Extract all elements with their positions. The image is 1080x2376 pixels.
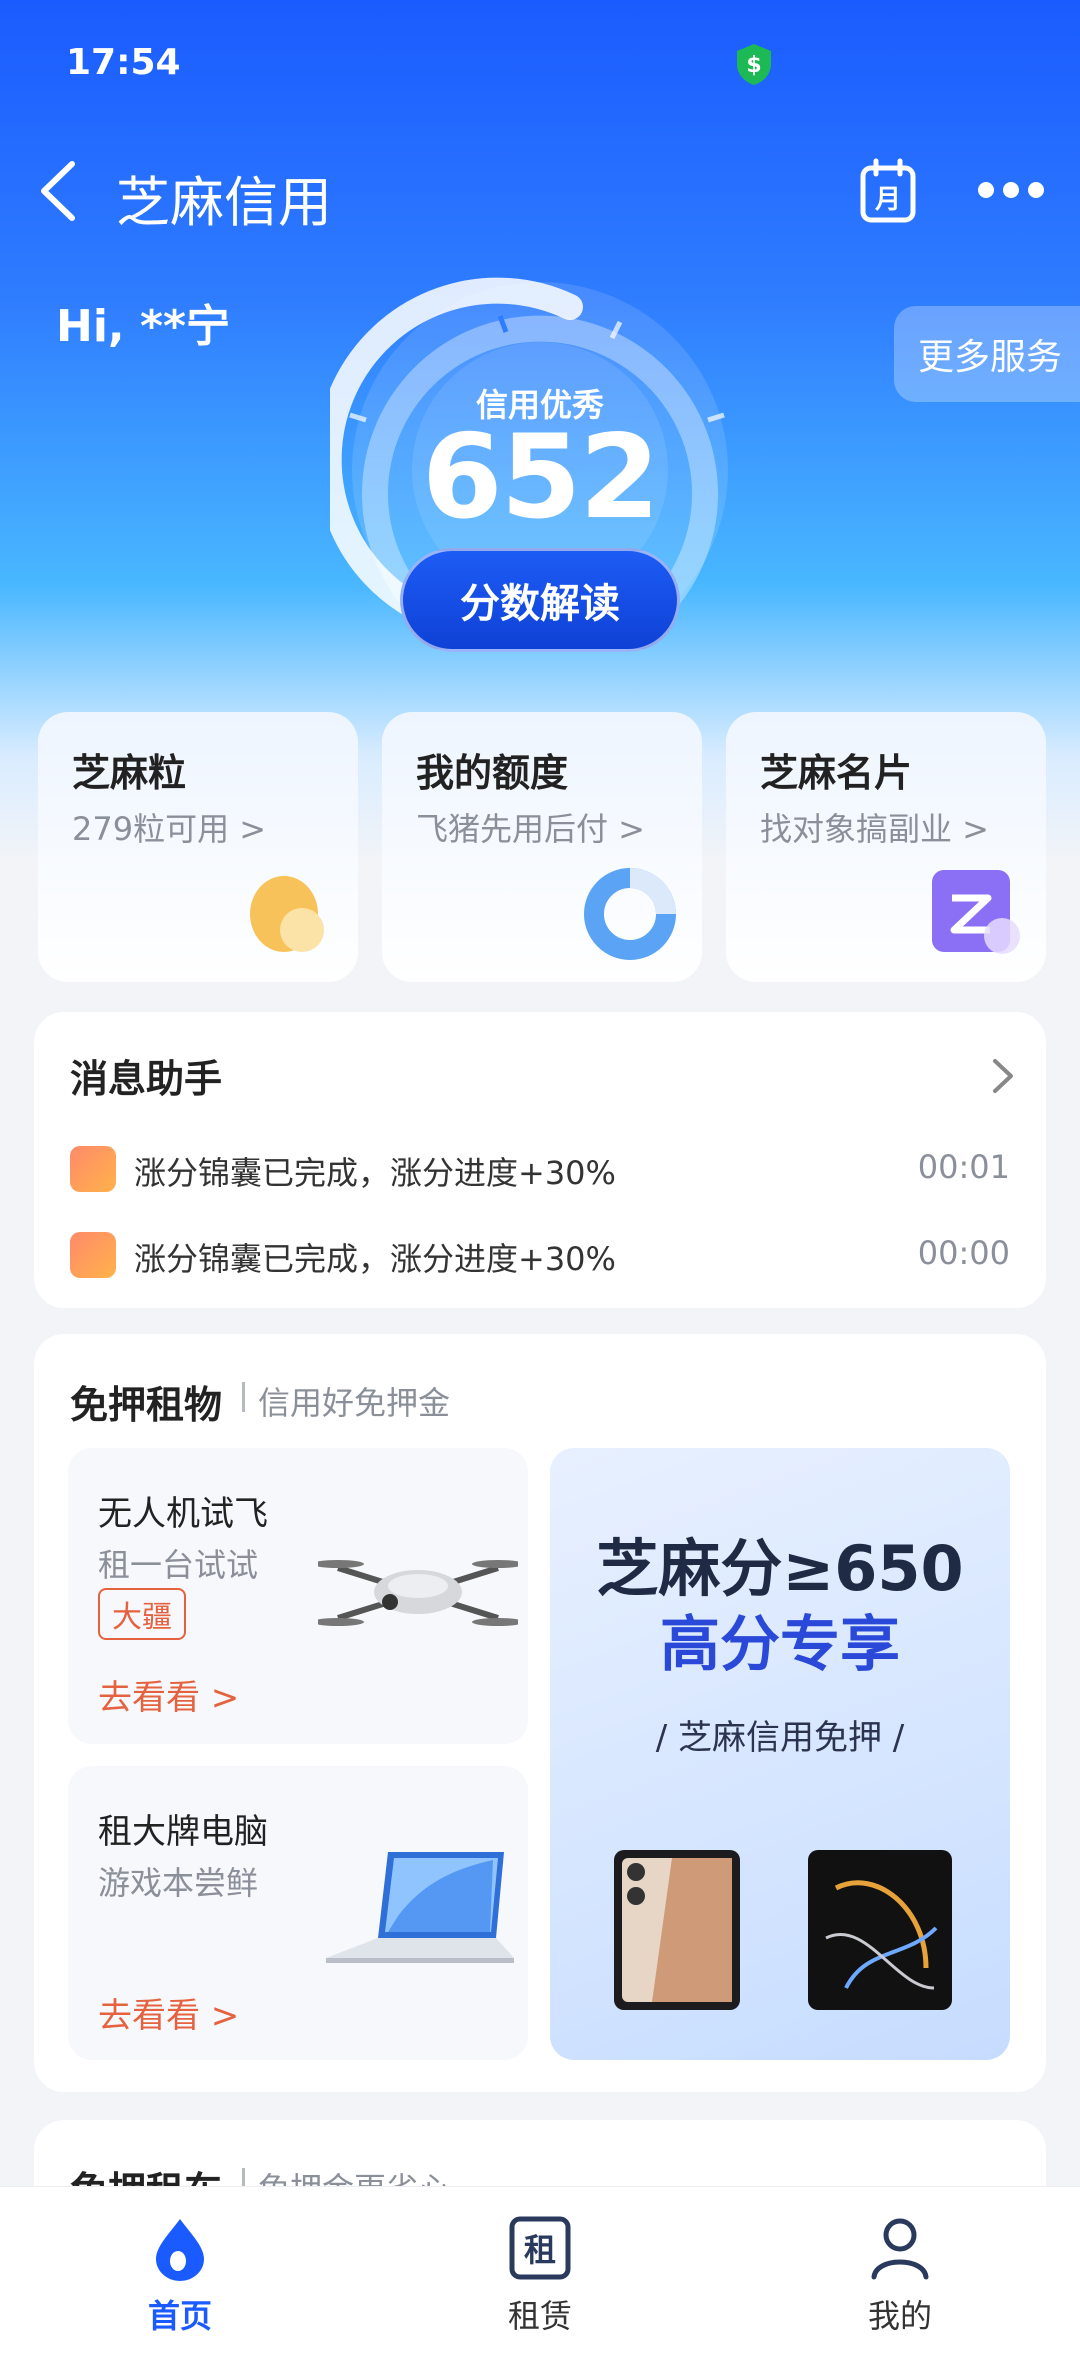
page-title: 芝麻信用 (116, 171, 332, 234)
promo-subheadline: 高分专享 (660, 1610, 900, 1680)
tablet-image (808, 1850, 952, 2010)
greeting: Hi, **宁 (56, 301, 230, 352)
tab-label: 我的 (867, 2297, 932, 2335)
card-subtitle: 找对象搞副业 > (760, 810, 989, 848)
more-services-button[interactable]: 更多服务 (894, 306, 1080, 402)
view-link[interactable]: 去看看 > (98, 1670, 239, 1719)
card-subtitle: 279粒可用 > (72, 810, 267, 848)
message-text: 涨分锦囊已完成，涨分进度+30% (134, 1240, 616, 1278)
item-description: 租一台试试 (98, 1546, 259, 1584)
sesame-z-icon (932, 870, 1020, 954)
deposit-free-rental-card: 免押租物 信用好免押金 无人机试飞 租一台试试 大疆 去看看 > 租大牌电脑 游… (34, 1334, 1046, 2092)
tab-home[interactable]: 首页 (80, 2215, 280, 2337)
message-avatar-icon (70, 1232, 116, 1278)
promo-headline: 芝麻分≥650 (596, 1532, 964, 1605)
credit-score: 652 (421, 410, 660, 545)
rent-icon: 租 (509, 2216, 571, 2280)
profile-icon (871, 2218, 929, 2280)
phone-image (614, 1850, 740, 2010)
calendar-icon[interactable]: 月 (860, 158, 916, 224)
svg-text:租: 租 (524, 2231, 556, 2269)
chevron-right-icon[interactable] (990, 1056, 1016, 1096)
laptop-image (326, 1852, 514, 1963)
brand-tag: 大疆 (98, 1588, 186, 1640)
drone-image (318, 1560, 518, 1626)
message-assistant-card[interactable]: 消息助手 涨分锦囊已完成，涨分进度+30% 00:01 涨分锦囊已完成，涨分进度… (34, 1012, 1046, 1308)
bottom-tab-bar: 首页 租 租赁 我的 (0, 2186, 1080, 2376)
home-drop-icon (156, 2219, 204, 2281)
quota-donut-icon (584, 868, 676, 960)
svg-text:月: 月 (874, 185, 901, 215)
tab-mine[interactable]: 我的 (800, 2215, 1000, 2337)
message-time: 00:01 (917, 1148, 1010, 1186)
high-score-promo-banner[interactable]: 芝麻分≥650 高分专享 / 芝麻信用免押 / (550, 1448, 1010, 2060)
item-description: 游戏本尝鲜 (98, 1864, 259, 1902)
more-options-icon[interactable] (978, 178, 1044, 202)
shield-dollar-icon: $ (737, 44, 771, 85)
section-title: 免押租物 (70, 1383, 223, 1427)
sesame-grains-icon (250, 876, 324, 952)
item-name: 租大牌电脑 (98, 1812, 268, 1852)
score-interpretation-button[interactable]: 分数解读 (400, 548, 680, 652)
sesame-card-card[interactable]: 芝麻名片 找对象搞副业 > (726, 712, 1046, 982)
tab-rent[interactable]: 租 租赁 (440, 2215, 640, 2337)
my-quota-card[interactable]: 我的额度 飞猪先用后付 > (382, 712, 702, 982)
message-assistant-title: 消息助手 (70, 1057, 223, 1101)
status-time: 17:54 (66, 42, 181, 83)
message-text: 涨分锦囊已完成，涨分进度+30% (134, 1154, 616, 1192)
svg-text:$: $ (746, 53, 761, 78)
message-row[interactable]: 涨分锦囊已完成，涨分进度+30% 00:01 (70, 1138, 1010, 1198)
message-avatar-icon (70, 1146, 116, 1192)
title-divider (242, 1382, 245, 1412)
card-subtitle: 飞猪先用后付 > (416, 810, 645, 848)
card-title: 芝麻粒 (72, 751, 187, 795)
message-time: 00:00 (917, 1234, 1010, 1272)
item-name: 无人机试飞 (98, 1494, 268, 1534)
sesame-grains-card[interactable]: 芝麻粒 279粒可用 > (38, 712, 358, 982)
card-title: 芝麻名片 (760, 751, 913, 795)
drone-rental-tile[interactable]: 无人机试飞 租一台试试 大疆 去看看 > (68, 1448, 528, 1744)
view-link[interactable]: 去看看 > (98, 1988, 239, 2037)
tab-label: 租赁 (507, 2297, 572, 2335)
message-row[interactable]: 涨分锦囊已完成，涨分进度+30% 00:00 (70, 1224, 1010, 1284)
promo-tagline: / 芝麻信用免押 / (655, 1718, 905, 1758)
laptop-rental-tile[interactable]: 租大牌电脑 游戏本尝鲜 去看看 > (68, 1766, 528, 2060)
card-title: 我的额度 (416, 751, 569, 795)
section-subtitle: 信用好免押金 (258, 1384, 451, 1422)
back-arrow-icon[interactable] (36, 156, 80, 226)
tab-label: 首页 (147, 2297, 212, 2335)
